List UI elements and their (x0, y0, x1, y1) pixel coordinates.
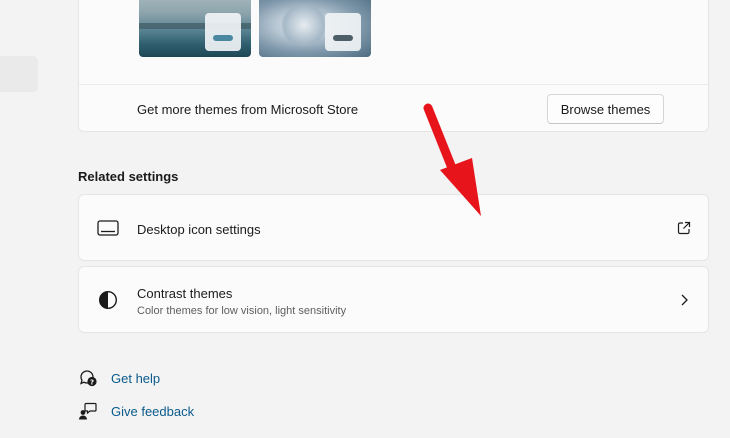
contrast-themes-row[interactable]: Contrast themes Color themes for low vis… (78, 266, 709, 333)
theme-thumbnail-bloom[interactable] (259, 0, 371, 57)
get-help-label: Get help (111, 370, 161, 386)
chevron-right-icon (676, 292, 692, 308)
give-feedback-label: Give feedback (111, 403, 195, 419)
help-chat-icon: ? (78, 368, 98, 388)
contrast-themes-subtitle: Color themes for low vision, light sensi… (137, 305, 347, 317)
settings-page: Get more themes from Microsoft Store Bro… (0, 0, 730, 438)
store-themes-label: Get more themes from Microsoft Store (137, 102, 359, 117)
divider (79, 84, 708, 85)
desktop-icon-settings-row[interactable]: Desktop icon settings (78, 194, 709, 261)
related-settings-heading: Related settings (78, 169, 179, 184)
feedback-icon (78, 401, 98, 421)
svg-text:?: ? (90, 378, 94, 386)
theme-window-preview-icon (205, 13, 241, 51)
give-feedback-link[interactable]: Give feedback (78, 401, 194, 421)
external-link-icon (676, 220, 692, 236)
desktop-icon-settings-title: Desktop icon settings (137, 222, 261, 237)
get-help-link[interactable]: ? Get help (78, 368, 160, 388)
themes-card: Get more themes from Microsoft Store Bro… (78, 0, 709, 132)
contrast-themes-title: Contrast themes (137, 286, 233, 301)
theme-thumbnail-lake[interactable] (139, 0, 251, 57)
theme-window-preview-icon (325, 13, 361, 51)
monitor-icon (97, 217, 119, 239)
sidebar-selected-item[interactable] (0, 56, 38, 92)
browse-themes-button[interactable]: Browse themes (547, 94, 664, 124)
contrast-icon (97, 289, 119, 311)
